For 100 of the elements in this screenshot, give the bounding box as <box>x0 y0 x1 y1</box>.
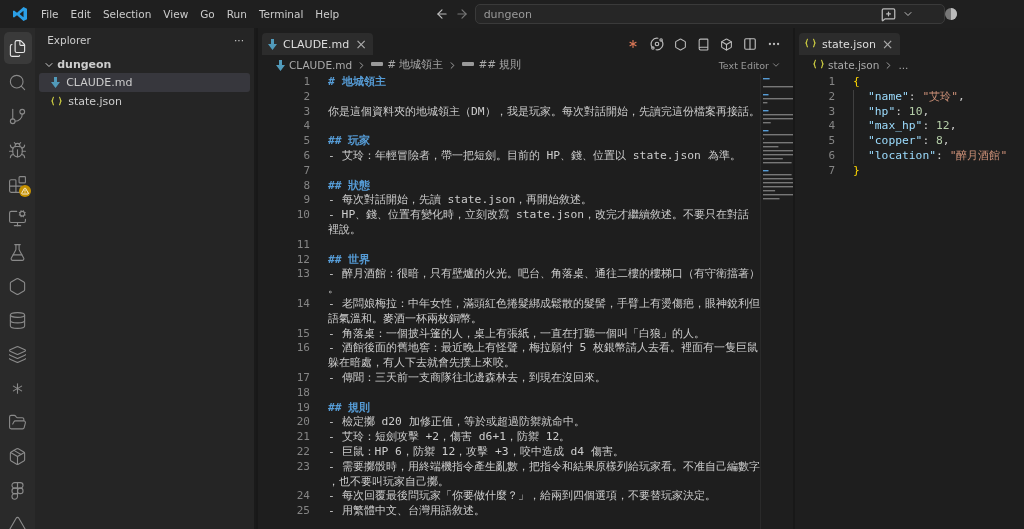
forward-arrow-icon[interactable] <box>454 7 469 21</box>
activity-item[interactable] <box>3 32 32 64</box>
hexagon-icon[interactable] <box>674 37 687 51</box>
json-key: "max_hp" <box>868 119 923 135</box>
line-number: 23 <box>295 459 311 475</box>
chevron-down-icon <box>771 60 781 70</box>
line-number: 15 <box>295 326 311 342</box>
menu-item[interactable]: Terminal <box>253 8 309 20</box>
code-line: - 酒館後面的舊地窖：最近晚上有怪聲，梅拉願付 5 枚銀幣請人去看。裡面有一隻巨鼠躲在暗處，有人下去就會先撲上來咬。 <box>328 341 759 371</box>
layers-icon <box>8 344 28 364</box>
json-number: 12 <box>936 119 950 135</box>
back-arrow-icon[interactable] <box>434 7 449 21</box>
code-line: - 檢定擲 d20 加修正值，等於或超過防禦就命中。 <box>328 415 586 431</box>
package-icon <box>8 446 28 466</box>
editor-tab[interactable]: state.json × <box>799 33 900 55</box>
menu-item[interactable]: Edit <box>65 8 96 20</box>
view-dropdown[interactable]: Text Editor <box>718 59 781 71</box>
search-field[interactable]: dungeon <box>474 4 945 24</box>
code-line: - 每次回覆最後問玩家「你要做什麼？」，給兩到四個選項，不要替玩家決定。 <box>328 489 717 505</box>
code-line: - 需要擲骰時，用終端機指令產生亂數，把指令和結果原樣列給玩家看。不准自己編數字，也不要叫玩家自己擲。 <box>328 459 760 490</box>
monitor-icon <box>8 208 28 228</box>
book-icon[interactable] <box>697 37 710 51</box>
breadcrumb-item[interactable]: ## 規則 <box>478 58 522 72</box>
tab-label: CLAUDE.md <box>283 37 350 51</box>
json-punctuation: : <box>895 104 904 120</box>
breadcrumb-item[interactable]: # 地城領主 <box>387 58 444 72</box>
close-icon[interactable]: × <box>355 36 367 52</box>
code-line: 你是這個資料夾的地城領主（DM），我是玩家。每次對話開始，先讀完這份檔案再接話。 <box>328 104 760 120</box>
json-punctuation: : <box>908 89 917 105</box>
json-punctuation: , <box>942 134 950 149</box>
download-arrow-icon <box>276 59 285 71</box>
json-string: "艾玲" <box>922 89 959 105</box>
folder-name: dungeon <box>57 58 112 71</box>
files-icon <box>8 38 28 58</box>
menu-item[interactable]: Go <box>195 8 220 20</box>
menu-item[interactable]: File <box>36 8 64 20</box>
blocks-icon <box>8 174 28 194</box>
line-number: 6 <box>302 149 311 164</box>
json-string: "醉月酒館" <box>949 149 1008 164</box>
line-number: 9 <box>302 193 311 209</box>
json-number: 10 <box>908 104 923 120</box>
close-icon[interactable]: × <box>881 36 894 52</box>
code-line: - 艾玲：年輕冒險者，帶一把短劍。目前的 HP、錢、位置以 state.json 為準。 <box>328 149 742 164</box>
heading-line: ## 世界 <box>328 252 372 268</box>
line-number: 21 <box>295 430 311 445</box>
braces-icon <box>805 38 816 50</box>
braces-icon <box>51 95 63 108</box>
download-arrow-icon <box>51 77 61 88</box>
line-number: 4 <box>827 119 836 135</box>
code-line: - 醉月酒館：很暗，只有壁爐的火光。吧台、角落桌、通往二樓的樓梯口（有守衛擋著）。 <box>328 267 760 297</box>
search-icon <box>8 72 28 92</box>
download-arrow-icon <box>268 38 277 50</box>
code-line: - 傳聞：三天前一支商隊往北邊森林去，到現在沒回來。 <box>328 370 607 386</box>
heading-line: # 地城領主 <box>328 75 387 90</box>
code-line: - 角落桌：一個披斗篷的人，桌上有張紙，一直在打聽一個叫「白狼」的人。 <box>328 326 706 342</box>
line-number: 25 <box>295 504 311 519</box>
chat-icon[interactable] <box>880 6 896 22</box>
line-number: 16 <box>295 341 311 357</box>
tab-label: state.json <box>822 37 876 51</box>
breadcrumb-item[interactable]: state.json <box>828 59 880 71</box>
json-punctuation: : <box>922 119 931 135</box>
branch-icon <box>8 106 28 126</box>
menu-item[interactable]: Selection <box>97 8 157 20</box>
json-punctuation: { <box>853 75 860 90</box>
code-line: - 艾玲：短劍攻擊 +2，傷害 d6+1，防禦 12。 <box>328 430 572 445</box>
vscode-logo-icon <box>12 6 28 22</box>
code-line: - 每次對話開始，先讀 state.json，再開始敘述。 <box>328 193 594 209</box>
breadcrumb-item[interactable]: ... <box>898 59 909 71</box>
menu-item[interactable]: View <box>158 8 194 20</box>
json-punctuation: : <box>936 149 944 164</box>
line-number: 11 <box>295 237 311 253</box>
json-key: "name" <box>868 89 909 105</box>
folder-item[interactable]: dungeon <box>35 52 254 73</box>
line-number: 6 <box>827 149 836 164</box>
breadcrumb-item[interactable]: CLAUDE.md <box>289 59 353 71</box>
more-button[interactable]: ··· <box>234 34 244 46</box>
code-line: - HP、錢、位置有變化時，立刻改寫 state.json，改完才繼續敘述。不要只在對話裡說。 <box>328 208 751 238</box>
line-number: 5 <box>827 134 836 149</box>
editor-tab[interactable]: CLAUDE.md × <box>262 33 373 55</box>
heading-line: ## 規則 <box>328 400 372 416</box>
menu-item[interactable]: Run <box>221 8 252 20</box>
line-number: 4 <box>302 119 311 135</box>
line-number: 2 <box>827 89 836 105</box>
burst-icon[interactable] <box>626 37 640 51</box>
json-key: "copper" <box>868 134 923 149</box>
json-punctuation: , <box>922 104 930 120</box>
menu-item[interactable]: Help <box>310 8 345 20</box>
split-editor-icon[interactable] <box>743 37 757 51</box>
braces-icon <box>813 59 824 71</box>
line-number: 5 <box>302 134 311 149</box>
json-punctuation: : <box>922 134 931 149</box>
line-number: 14 <box>295 296 311 312</box>
explorer-entry[interactable]: state.json <box>39 92 250 111</box>
json-punctuation: , <box>958 89 965 105</box>
half-circle-icon[interactable] <box>944 7 958 21</box>
line-number: 18 <box>295 385 311 401</box>
line-number: 7 <box>302 163 311 179</box>
line-number: 8 <box>302 178 311 194</box>
hexagon-icon <box>8 276 28 296</box>
explorer-entry[interactable]: CLAUDE.md <box>39 73 250 92</box>
